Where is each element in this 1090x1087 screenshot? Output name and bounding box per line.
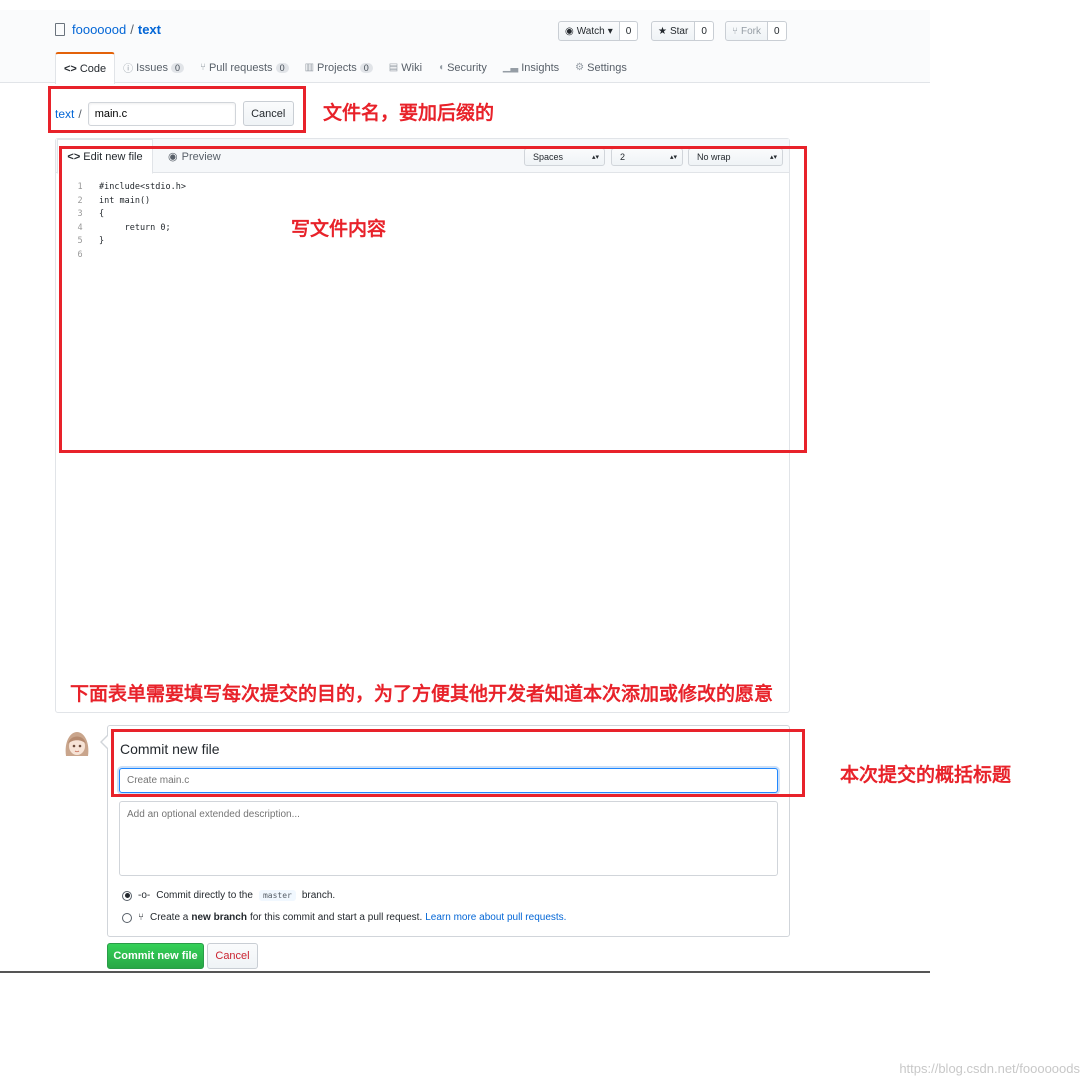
new-branch-text-pre: Create a [150, 912, 189, 923]
graph-icon: ▁▃ [502, 62, 519, 73]
tab-pull-requests[interactable]: ⑂ Pull requests 0 [192, 52, 297, 83]
learn-more-link[interactable]: Learn more about pull requests. [425, 912, 566, 923]
watch-button[interactable]: ◉ Watch ▾ [558, 21, 620, 41]
book-icon: ▤ [388, 62, 399, 73]
commit-direct-text: Commit directly to the [156, 890, 253, 901]
repo-owner-link[interactable]: fooooood [72, 22, 126, 37]
fork-label: Fork [741, 25, 761, 37]
new-branch-text-post: for this commit and start a pull request… [249, 912, 423, 923]
project-icon: ▥ [304, 62, 315, 73]
radio-commit-direct[interactable] [122, 890, 132, 901]
tab-label: Pull requests [208, 61, 273, 74]
commit-direct-option[interactable]: -o- Commit directly to the master branch… [122, 890, 335, 901]
eye-icon: ◉ [565, 25, 574, 37]
annotation-summary: 本次提交的概括标题 [840, 764, 1012, 786]
star-icon: ★ [658, 25, 667, 37]
commit-cancel-button[interactable]: Cancel [207, 943, 258, 969]
tab-label: Projects [317, 61, 357, 74]
new-branch-text-bold: new branch [191, 912, 247, 923]
tab-code[interactable]: <> Code [55, 52, 116, 84]
annotation-content: 写文件内容 [291, 218, 387, 240]
code-icon: <> [64, 63, 77, 75]
watermark: https://blog.csdn.net/foooooods [899, 1061, 1080, 1076]
repo-title: fooooood / text [55, 22, 161, 37]
git-commit-icon: -o- [138, 890, 151, 901]
annotation-filename: 文件名，要加后缀的 [323, 102, 495, 124]
tab-label: Settings [587, 61, 627, 74]
fork-icon: ⑂ [732, 25, 738, 37]
watch-count[interactable]: 0 [619, 21, 639, 41]
pull-request-icon: ⑂ [199, 62, 206, 73]
page-bottom-divider [0, 971, 930, 973]
repo-nav: <> Code ⓘ Issues 0 ⑂ Pull requests 0 ▥ P… [55, 52, 635, 84]
tab-settings[interactable]: ⚙ Settings [567, 52, 635, 83]
shield-icon: ◖ [438, 62, 445, 73]
pull-requests-counter: 0 [275, 62, 289, 73]
annotation-box-filename [48, 86, 306, 133]
chevron-down-icon: ▾ [607, 25, 613, 37]
tab-projects[interactable]: ▥ Projects 0 [297, 52, 381, 83]
commit-new-file-button[interactable]: Commit new file [107, 943, 204, 969]
commit-description-field[interactable] [119, 801, 778, 876]
tab-wiki[interactable]: ▤ Wiki [381, 52, 430, 83]
repo-title-separator: / [130, 22, 134, 37]
pull-request-icon: ⑂ [138, 912, 144, 923]
commit-direct-suffix: branch. [301, 890, 336, 901]
commit-new-branch-option[interactable]: ⑂ Create a new branch for this commit an… [122, 912, 566, 923]
fork-count[interactable]: 0 [768, 21, 787, 41]
issues-counter: 0 [170, 62, 184, 73]
fork-button[interactable]: ⑂ Fork [725, 21, 768, 41]
watch-label: Watch [576, 25, 605, 37]
annotation-form: 下面表单需要填写每次提交的目的，为了方便其他开发者知道本次添加或修改的愿意 [70, 683, 774, 705]
star-count[interactable]: 0 [695, 21, 714, 41]
tab-label: Insights [521, 61, 560, 74]
avatar [62, 728, 92, 760]
star-button-group: ★ Star 0 [651, 21, 714, 41]
fork-button-group: ⑂ Fork 0 [725, 21, 787, 41]
tab-insights[interactable]: ▁▃ Insights [495, 52, 567, 83]
repo-name-link[interactable]: text [138, 22, 161, 37]
annotation-box-summary [111, 729, 805, 797]
commit-box-pointer-inner [102, 736, 108, 748]
radio-new-branch[interactable] [122, 912, 132, 923]
tab-security[interactable]: ◖ Security [430, 52, 495, 83]
issue-icon: ⓘ [123, 64, 134, 75]
tab-label: Issues [136, 61, 168, 74]
branch-name: master [258, 890, 296, 901]
annotation-box-content [59, 146, 807, 453]
projects-counter: 0 [359, 62, 373, 73]
star-button[interactable]: ★ Star [651, 21, 696, 41]
star-label: Star [669, 25, 689, 37]
gear-icon: ⚙ [575, 62, 585, 73]
tab-label: Code [79, 63, 107, 75]
tab-label: Wiki [401, 61, 423, 74]
tab-label: Security [447, 61, 487, 74]
watch-button-group: ◉ Watch ▾ 0 [558, 21, 639, 41]
tab-issues[interactable]: ⓘ Issues 0 [115, 52, 192, 83]
repo-icon [55, 23, 65, 36]
